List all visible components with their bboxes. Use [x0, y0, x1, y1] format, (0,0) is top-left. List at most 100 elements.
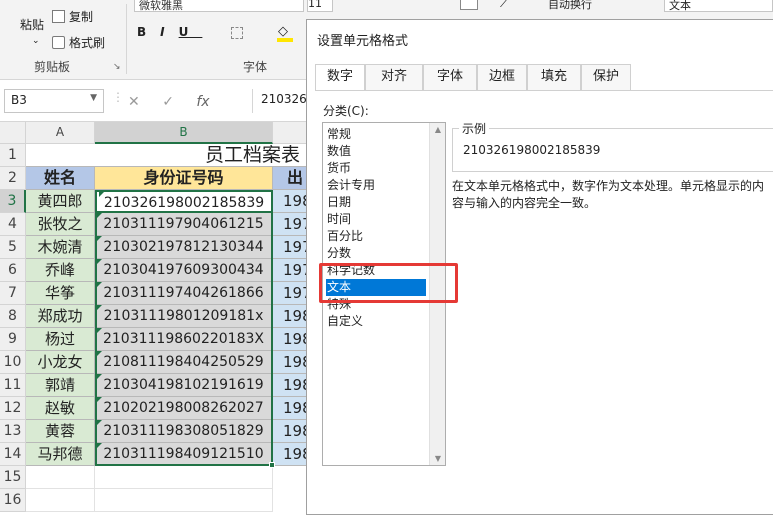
row-header[interactable]: 9 [0, 328, 26, 351]
category-item[interactable]: 常规 [326, 126, 426, 143]
row-header[interactable]: 3 [0, 190, 26, 213]
cell-name[interactable]: 张牧之 [26, 213, 95, 236]
row-header[interactable]: 8 [0, 305, 26, 328]
font-name-select[interactable]: 微软雅黑 [134, 0, 304, 12]
tab-font[interactable]: 字体 [423, 64, 477, 90]
tab-number[interactable]: 数字 [315, 64, 365, 91]
category-item[interactable]: 会计专用 [326, 177, 426, 194]
cell-name[interactable]: 杨过 [26, 328, 95, 351]
header-id[interactable]: 身份证号码 [95, 167, 273, 190]
sheet-title[interactable]: 员工档案表 [26, 144, 313, 167]
insert-function-button[interactable]: fx [196, 94, 209, 110]
copy-button[interactable]: 复制 [52, 8, 93, 25]
paste-label: 粘贴 [20, 18, 45, 32]
paste-button[interactable]: 粘贴 ⌄ [8, 0, 48, 52]
wrap-text-button[interactable]: 自动换行 [548, 0, 592, 12]
scroll-down-icon[interactable]: ▼ [430, 454, 446, 463]
tab-protection[interactable]: 保护 [581, 64, 631, 90]
tab-fill[interactable]: 填充 [527, 64, 581, 90]
cell-id-number[interactable]: 21031119801209181x [95, 305, 273, 328]
tab-border[interactable]: 边框 [477, 64, 527, 90]
row-header[interactable]: 11 [0, 374, 26, 397]
format-painter-label: 格式刷 [69, 36, 106, 50]
dialog-title: 设置单元格格式 [317, 34, 409, 49]
font-size-select[interactable]: 11 [307, 0, 333, 12]
border-icon[interactable] [231, 27, 243, 39]
cell-name[interactable]: 华筝 [26, 282, 95, 305]
cell-id-number[interactable]: 210304198102191619 [95, 374, 273, 397]
header-name[interactable]: 姓名 [26, 167, 95, 190]
category-item[interactable]: 分数 [326, 245, 426, 262]
row-header[interactable]: 13 [0, 420, 26, 443]
empty-cell[interactable] [26, 466, 95, 489]
row-header[interactable]: 2 [0, 167, 26, 190]
row-header[interactable]: 10 [0, 351, 26, 374]
cell-name[interactable]: 马邦德 [26, 443, 95, 466]
empty-cell[interactable] [95, 489, 273, 512]
format-description: 在文本单元格格式中，数字作为文本处理。单元格显示的内容与输入的内容完全一致。 [452, 179, 765, 210]
name-box[interactable]: B3 ▼ [4, 89, 104, 113]
cell-name[interactable]: 木婉清 [26, 236, 95, 259]
tab-alignment[interactable]: 对齐 [365, 64, 423, 90]
formula-buttons: ✕ ✓ fx [128, 94, 210, 110]
cell-name[interactable]: 黄四郎 [26, 190, 95, 213]
confirm-icon[interactable]: ✓ [162, 94, 174, 110]
column-header-b[interactable]: B [95, 122, 273, 144]
chevron-down-icon: ⌄ [32, 36, 40, 46]
dialog-launcher-icon[interactable]: ↘ [113, 62, 121, 72]
category-item[interactable]: 货币 [326, 160, 426, 177]
scroll-up-icon[interactable]: ▲ [430, 125, 446, 134]
cell-name[interactable]: 乔峰 [26, 259, 95, 282]
cancel-icon[interactable]: ✕ [128, 94, 140, 110]
number-format-select[interactable]: 文本 [664, 0, 773, 12]
cell-name[interactable]: 黄蓉 [26, 420, 95, 443]
cell-id-number[interactable]: 21031119860220183X [95, 328, 273, 351]
category-item[interactable]: 自定义 [326, 313, 426, 330]
cell-name[interactable]: 郭靖 [26, 374, 95, 397]
cell-id-number[interactable]: 210304197609300434 [95, 259, 273, 282]
formula-input[interactable]: 210326198002185839 [252, 89, 312, 113]
cell-name[interactable]: 小龙女 [26, 351, 95, 374]
cell-id-number[interactable]: 210302197812130344 [95, 236, 273, 259]
row-header[interactable]: 12 [0, 397, 26, 420]
cell-name[interactable]: 郑成功 [26, 305, 95, 328]
row-header[interactable]: 1 [0, 144, 26, 167]
fill-handle[interactable] [269, 462, 275, 468]
cell-id-number[interactable]: 210311197904061215 [95, 213, 273, 236]
italic-button[interactable]: I [160, 25, 178, 39]
row-header[interactable]: 16 [0, 489, 26, 512]
row-header[interactable]: 4 [0, 213, 26, 236]
category-item[interactable]: 日期 [326, 194, 426, 211]
row-header[interactable]: 6 [0, 259, 26, 282]
fill-color-swatch [277, 38, 293, 42]
more-icon: ⋮ [112, 90, 124, 104]
cell-name[interactable]: 赵敏 [26, 397, 95, 420]
orientation-icon[interactable]: ⟋ [500, 0, 508, 11]
align-icon[interactable] [460, 0, 478, 10]
column-header-a[interactable]: A [26, 122, 95, 144]
empty-cell[interactable] [95, 466, 273, 489]
format-painter-button[interactable]: 格式刷 [52, 34, 105, 51]
category-item[interactable]: 时间 [326, 211, 426, 228]
row-header[interactable]: 5 [0, 236, 26, 259]
select-all-corner[interactable] [0, 122, 26, 144]
cell-id-number[interactable]: 210311198308051829 [95, 420, 273, 443]
cell-id-number[interactable]: 210811198404250529 [95, 351, 273, 374]
name-box-value: B3 [11, 93, 27, 107]
sample-box: 示例 210326198002185839 [452, 120, 773, 172]
underline-button[interactable]: U [179, 25, 203, 39]
empty-cell[interactable] [26, 489, 95, 512]
category-item[interactable]: 百分比 [326, 228, 426, 245]
fill-color-icon[interactable]: ◇ [278, 24, 288, 39]
bold-button[interactable]: B [137, 25, 160, 39]
cell-id-number[interactable]: 210311198409121510 [95, 443, 273, 466]
cell-id-number[interactable]: 210202198008262027 [95, 397, 273, 420]
row-header[interactable]: 15 [0, 466, 26, 489]
cell-id-number[interactable]: 210326198002185839 [95, 190, 273, 213]
copy-icon [52, 10, 65, 23]
row-header[interactable]: 14 [0, 443, 26, 466]
cell-id-number[interactable]: 210311197404261866 [95, 282, 273, 305]
format-cells-dialog: 设置单元格格式 数字 对齐 字体 边框 填充 保护 分类(C): 常规 数值 货币会… [306, 19, 773, 515]
category-item[interactable]: 数值 [326, 143, 426, 160]
row-header[interactable]: 7 [0, 282, 26, 305]
